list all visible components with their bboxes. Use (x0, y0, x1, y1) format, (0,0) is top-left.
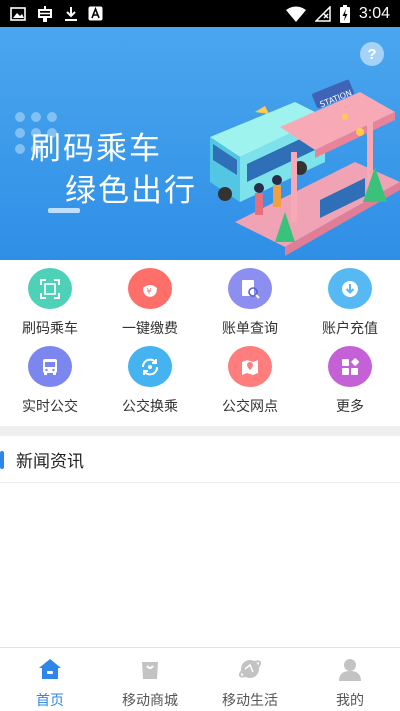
recharge-icon (328, 268, 372, 309)
nav-home[interactable]: 首页 (0, 648, 100, 711)
service-scan-ride[interactable]: 刷码乘车 (0, 268, 100, 338)
banner[interactable]: 刷码乘车 绿色出行 ? STATION (0, 27, 400, 260)
nav-mine[interactable]: 我的 (300, 648, 400, 711)
bus-station-illustration: STATION (210, 79, 400, 256)
bus-icon (28, 346, 72, 387)
transfer-icon (128, 346, 172, 387)
font-app-icon (88, 6, 103, 21)
nav-label: 移动商城 (122, 693, 178, 709)
planet-icon (237, 656, 263, 682)
status-bar: 3:04 (0, 0, 400, 27)
service-label: 一键缴费 (122, 321, 178, 337)
section-divider (0, 426, 400, 436)
service-label: 账户充值 (322, 321, 378, 337)
help-button[interactable]: ? (360, 42, 384, 66)
service-label: 账单查询 (222, 321, 278, 337)
payment-icon: ¥ (128, 268, 172, 309)
service-one-click-pay[interactable]: ¥ 一键缴费 (100, 268, 200, 338)
nav-label: 首页 (36, 693, 64, 709)
service-more[interactable]: 更多 (300, 346, 400, 416)
shopping-bag-icon (138, 656, 162, 682)
bottom-nav: 首页 移动商城 移动生活 我的 (0, 647, 400, 711)
nav-label: 移动生活 (222, 693, 278, 709)
news-accent-bar (0, 450, 4, 469)
nav-mobile-life[interactable]: 移动生活 (200, 648, 300, 711)
banner-title-line2: 绿色出行 (65, 173, 197, 209)
battery-charging-icon (339, 4, 350, 23)
service-label: 更多 (336, 399, 364, 415)
map-pin-icon (228, 346, 272, 387)
service-account-recharge[interactable]: 账户充值 (300, 268, 400, 338)
service-label: 刷码乘车 (22, 321, 78, 337)
wifi-icon (285, 6, 306, 22)
news-title: 新闻资讯 (16, 452, 84, 472)
bill-search-icon (228, 268, 272, 309)
download-icon (64, 6, 78, 22)
no-signal-icon (314, 5, 331, 22)
service-label: 公交换乘 (122, 399, 178, 415)
service-grid: 刷码乘车 ¥ 一键缴费 账单查询 账户充值 实时公交 公交换乘 公交网点 更多 (0, 268, 400, 416)
banner-title-line1: 刷码乘车 (30, 131, 162, 167)
banner-underline (48, 208, 80, 213)
service-label: 实时公交 (22, 399, 78, 415)
nav-mobile-mall[interactable]: 移动商城 (100, 648, 200, 711)
service-bus-outlets[interactable]: 公交网点 (200, 346, 300, 416)
service-bill-query[interactable]: 账单查询 (200, 268, 300, 338)
nav-label: 我的 (336, 693, 364, 709)
svg-text:¥: ¥ (147, 287, 152, 296)
user-icon (338, 656, 362, 682)
home-icon (37, 656, 63, 682)
service-realtime-bus[interactable]: 实时公交 (0, 346, 100, 416)
news-section-header: 新闻资讯 (0, 437, 400, 483)
status-time: 3:04 (358, 4, 390, 22)
image-icon (10, 6, 26, 22)
service-bus-transfer[interactable]: 公交换乘 (100, 346, 200, 416)
ghost-app-icon (36, 5, 54, 23)
more-apps-icon (328, 346, 372, 387)
qr-scan-icon (28, 268, 72, 309)
service-label: 公交网点 (222, 399, 278, 415)
